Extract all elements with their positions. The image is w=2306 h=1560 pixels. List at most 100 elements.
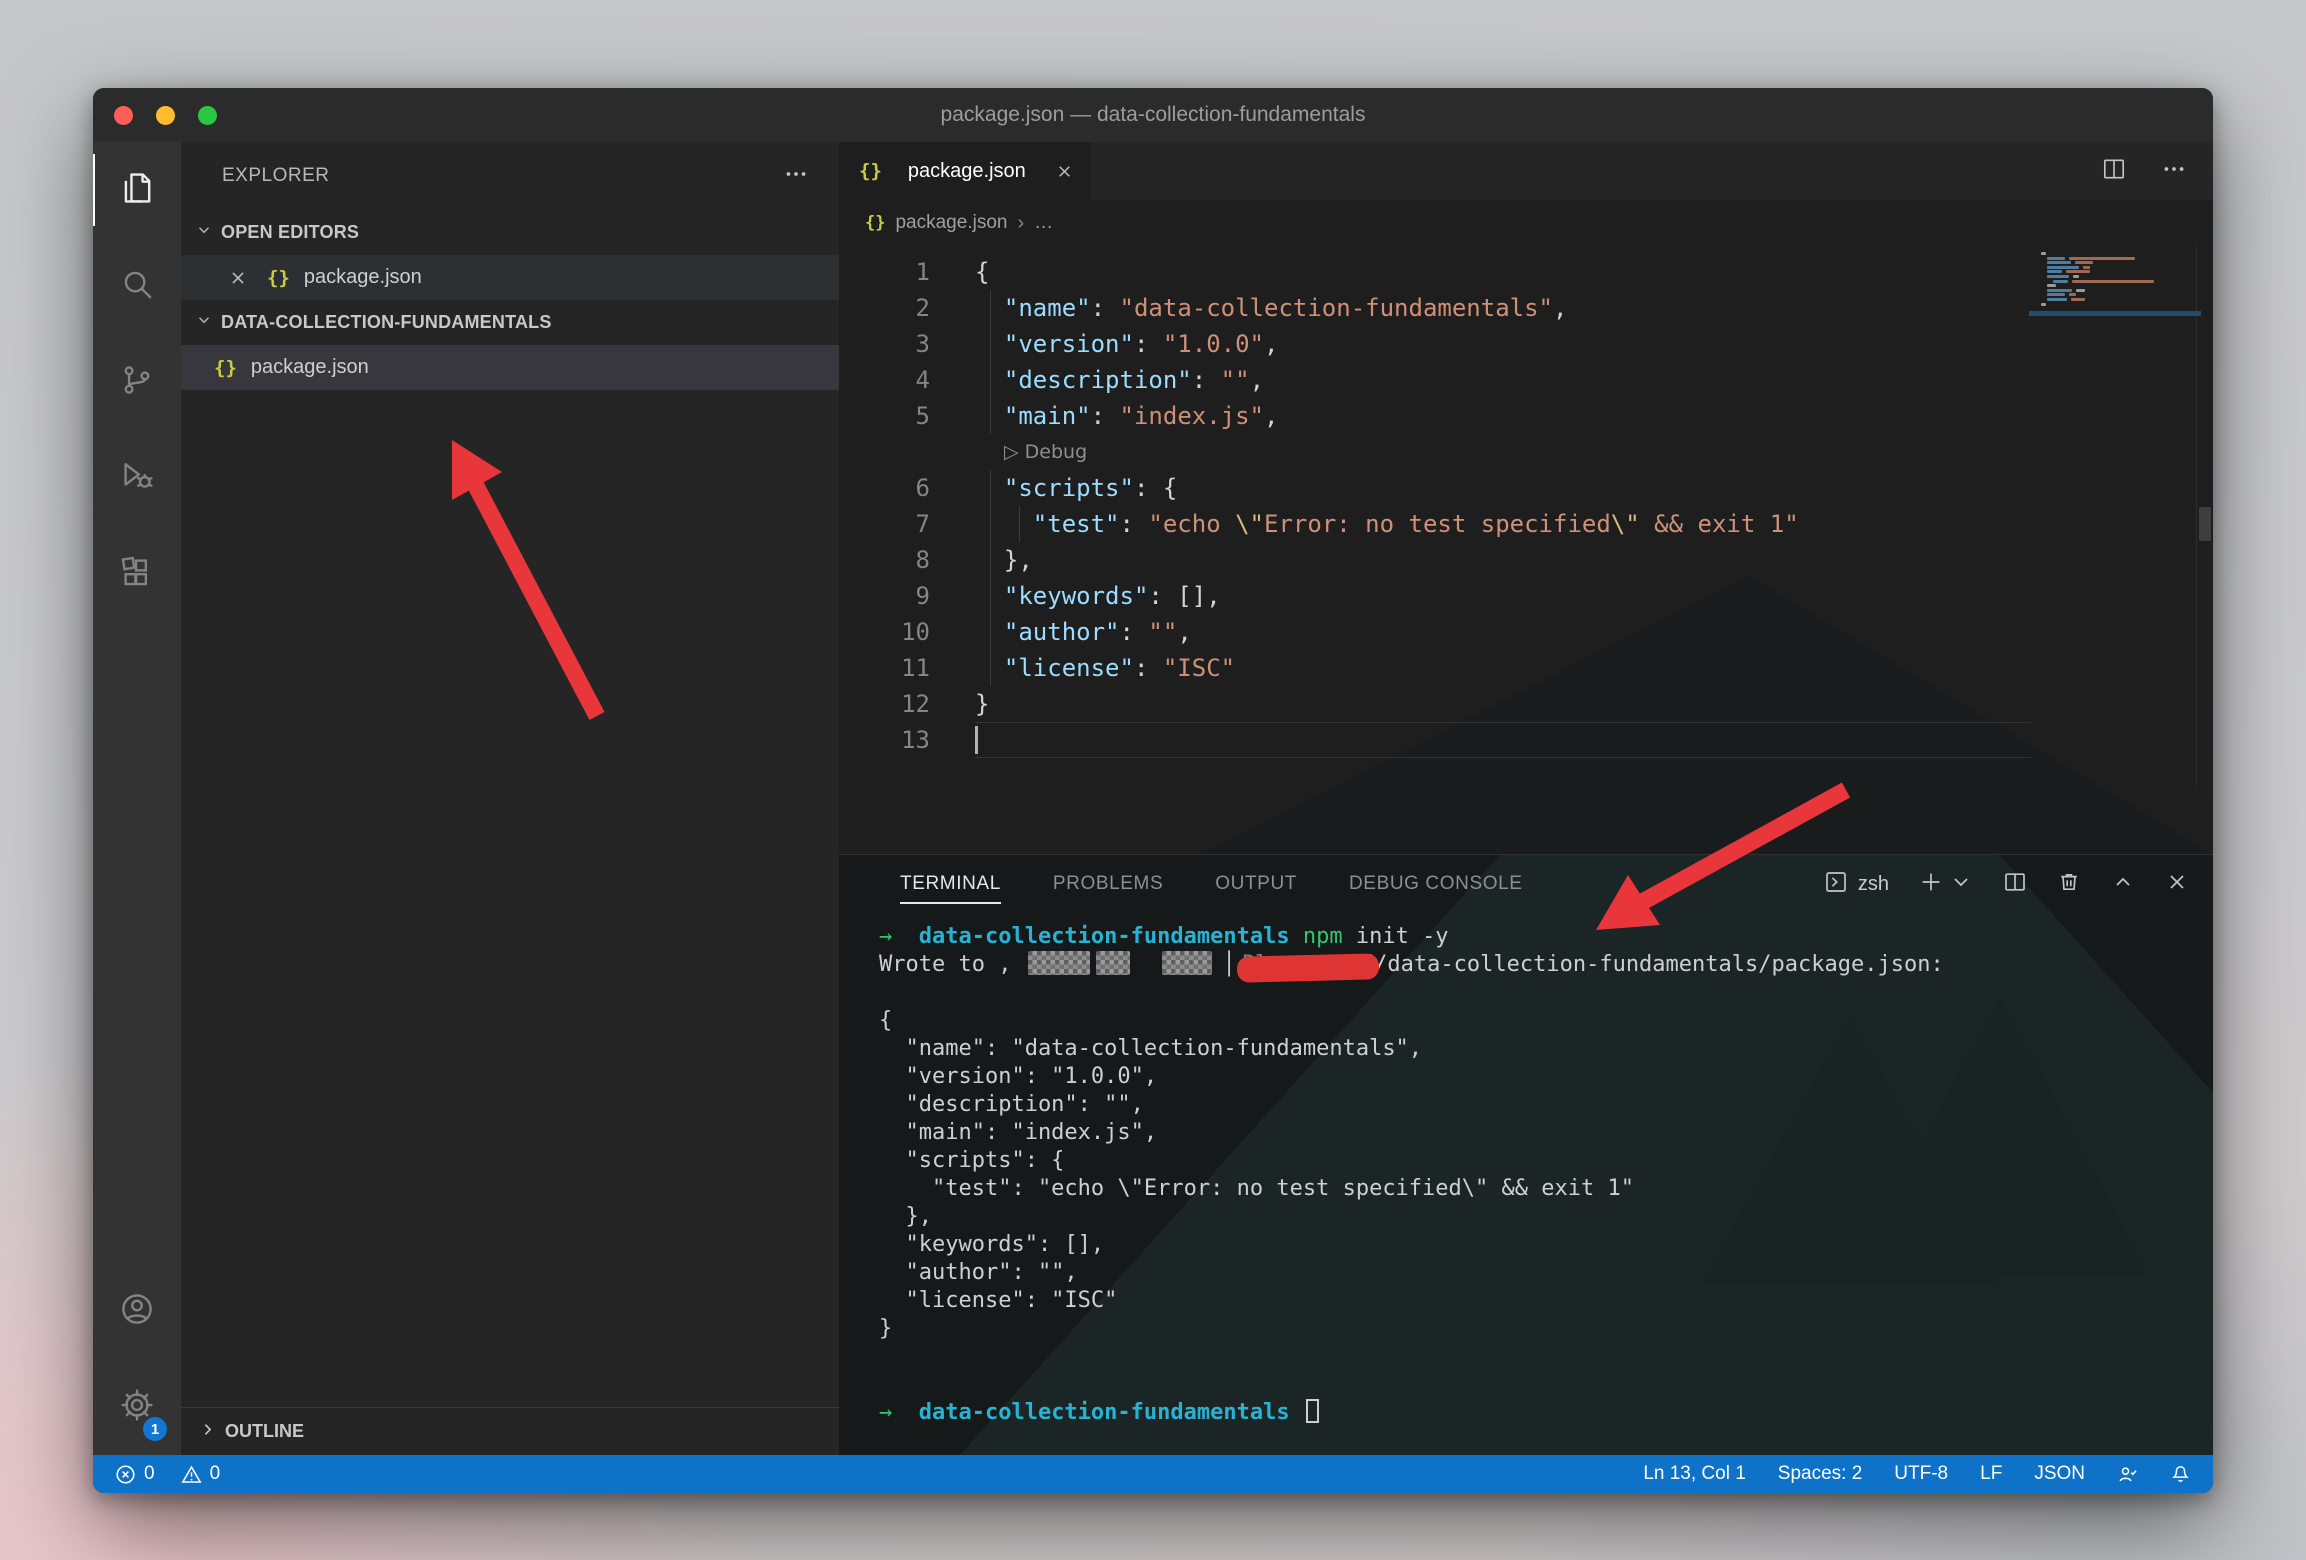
line-number: 13: [839, 722, 930, 758]
kill-terminal-icon[interactable]: [2057, 870, 2081, 899]
terminal-line: Wrote to , ▏Playground/data-collection-f…: [879, 951, 2213, 979]
close-editor-icon[interactable]: [229, 269, 247, 287]
chevron-down-icon: [195, 221, 213, 244]
panel-tab-debug-console[interactable]: DEBUG CONSOLE: [1349, 855, 1523, 913]
bottom-panel: TERMINAL PROBLEMS OUTPUT DEBUG CONSOLE zsh: [839, 854, 2213, 1455]
line-number: 3: [839, 326, 930, 362]
terminal-line: "main": "index.js",: [879, 1119, 2213, 1147]
codelens-debug[interactable]: ▷ Debug: [839, 434, 2213, 470]
statusbar-bell[interactable]: [2170, 1464, 2191, 1485]
chevron-down-icon: [195, 311, 213, 334]
code-editor[interactable]: 1{2 "name": "data-collection-fundamental…: [839, 246, 2213, 854]
editor-scrollbar-thumb[interactable]: [2199, 507, 2211, 541]
terminal-cursor: [1306, 1399, 1319, 1423]
chevron-right-icon: [199, 1421, 216, 1443]
red-marker-redaction: [1236, 953, 1379, 982]
redacted-mosaic: [1096, 951, 1130, 975]
code-line: 7 "test": "echo \"Error: no test specifi…: [839, 506, 2213, 542]
run-debug-icon: [118, 457, 156, 500]
warning-icon: [181, 1464, 202, 1485]
terminal-prompt-icon: [1824, 870, 1848, 899]
line-number: 5: [839, 398, 930, 434]
error-icon: [115, 1464, 136, 1485]
split-terminal-icon[interactable]: [2003, 870, 2027, 899]
line-number: 12: [839, 686, 930, 722]
statusbar-ln-13-col-1[interactable]: Ln 13, Col 1: [1643, 1463, 1745, 1485]
statusbar-feedback[interactable]: [2117, 1464, 2138, 1485]
desktop: { "window": { "title": "package.json — d…: [0, 0, 2306, 1560]
vscode-window: package.json — data-collection-fundament…: [93, 88, 2213, 1493]
activity-extensions[interactable]: [93, 526, 181, 622]
chevron-right-icon: ›: [1017, 212, 1024, 235]
account-icon: [118, 1290, 156, 1333]
terminal-line: → data-collection-fundamentals: [879, 1399, 2213, 1427]
bell-icon: [2170, 1464, 2191, 1485]
open-editor-package-json[interactable]: {} package.json: [181, 255, 839, 300]
zoom-window-button[interactable]: [198, 106, 217, 125]
json-file-icon: {}: [859, 160, 882, 182]
activity-settings[interactable]: 1: [93, 1359, 181, 1455]
title-bar[interactable]: package.json — data-collection-fundament…: [93, 88, 2213, 142]
line-number: 11: [839, 650, 930, 686]
terminal-line: "keywords": [],: [879, 1231, 2213, 1259]
terminal-line: "description": "",: [879, 1091, 2213, 1119]
minimap[interactable]: [2039, 252, 2197, 307]
shell-selector[interactable]: zsh: [1824, 870, 1889, 899]
code-line: 4 "description": "",: [839, 362, 2213, 398]
statusbar-error[interactable]: 0: [115, 1463, 155, 1485]
code-line: 13: [839, 722, 2213, 758]
code-line: 1{: [839, 254, 2213, 290]
minimize-window-button[interactable]: [156, 106, 175, 125]
panel-tab-output[interactable]: OUTPUT: [1215, 855, 1297, 913]
terminal-output[interactable]: → data-collection-fundamentals npm init …: [839, 913, 2213, 1427]
breadcrumb[interactable]: {} package.json › …: [839, 200, 2213, 246]
split-editor-icon[interactable]: [2101, 156, 2127, 187]
panel-tab-terminal[interactable]: TERMINAL: [900, 855, 1001, 913]
extensions-icon: [118, 553, 156, 596]
breadcrumb-file[interactable]: package.json: [895, 212, 1007, 234]
code-line: 6 "scripts": {: [839, 470, 2213, 506]
statusbar-lf[interactable]: LF: [1980, 1463, 2002, 1485]
terminal-line: [879, 1371, 2213, 1399]
breadcrumb-tail[interactable]: …: [1034, 212, 1053, 234]
open-editors-section[interactable]: OPEN EDITORS: [181, 210, 839, 255]
json-file-icon: {}: [267, 267, 290, 289]
line-number: 10: [839, 614, 930, 650]
code-line: 11 "license": "ISC": [839, 650, 2213, 686]
activity-run-debug[interactable]: [93, 430, 181, 526]
close-panel-icon[interactable]: [2165, 870, 2189, 899]
close-tab-icon[interactable]: [1056, 163, 1073, 180]
line-number: 2: [839, 290, 930, 326]
code-line: 3 "version": "1.0.0",: [839, 326, 2213, 362]
activity-bar: 1: [93, 142, 181, 1455]
terminal-line: "version": "1.0.0",: [879, 1063, 2213, 1091]
terminal-line: "name": "data-collection-fundamentals",: [879, 1035, 2213, 1063]
activity-search[interactable]: [93, 238, 181, 334]
code-line: 9 "keywords": [],: [839, 578, 2213, 614]
statusbar-warning[interactable]: 0: [181, 1463, 221, 1485]
outline-section[interactable]: OUTLINE: [181, 1407, 839, 1455]
activity-account[interactable]: [93, 1263, 181, 1359]
code-line: 2 "name": "data-collection-fundamentals"…: [839, 290, 2213, 326]
redacted-text: Playground: [1242, 951, 1374, 979]
activity-source-control[interactable]: [93, 334, 181, 430]
new-terminal-icon[interactable]: [1919, 870, 1943, 899]
explorer-more-actions-icon[interactable]: [783, 161, 809, 192]
maximize-panel-icon[interactable]: [2111, 870, 2135, 899]
tree-item-package-json[interactable]: {} package.json: [181, 345, 839, 390]
close-window-button[interactable]: [114, 106, 133, 125]
activity-explorer[interactable]: [93, 142, 181, 238]
tab-package-json[interactable]: {} package.json: [839, 142, 1091, 200]
code-line: 10 "author": "",: [839, 614, 2213, 650]
code-line: 5 "main": "index.js",: [839, 398, 2213, 434]
terminal-line: "license": "ISC": [879, 1287, 2213, 1315]
folder-section[interactable]: DATA-COLLECTION-FUNDAMENTALS: [181, 300, 839, 345]
line-number: 9: [839, 578, 930, 614]
editor-more-actions-icon[interactable]: [2161, 156, 2187, 187]
statusbar-spaces-2[interactable]: Spaces: 2: [1778, 1463, 1863, 1485]
statusbar-utf-8[interactable]: UTF-8: [1894, 1463, 1948, 1485]
terminal-profiles-chevron-icon[interactable]: [1949, 870, 1973, 899]
panel-tab-problems[interactable]: PROBLEMS: [1053, 855, 1163, 913]
terminal-line: "test": "echo \"Error: no test specified…: [879, 1175, 2213, 1203]
statusbar-json[interactable]: JSON: [2034, 1463, 2085, 1485]
